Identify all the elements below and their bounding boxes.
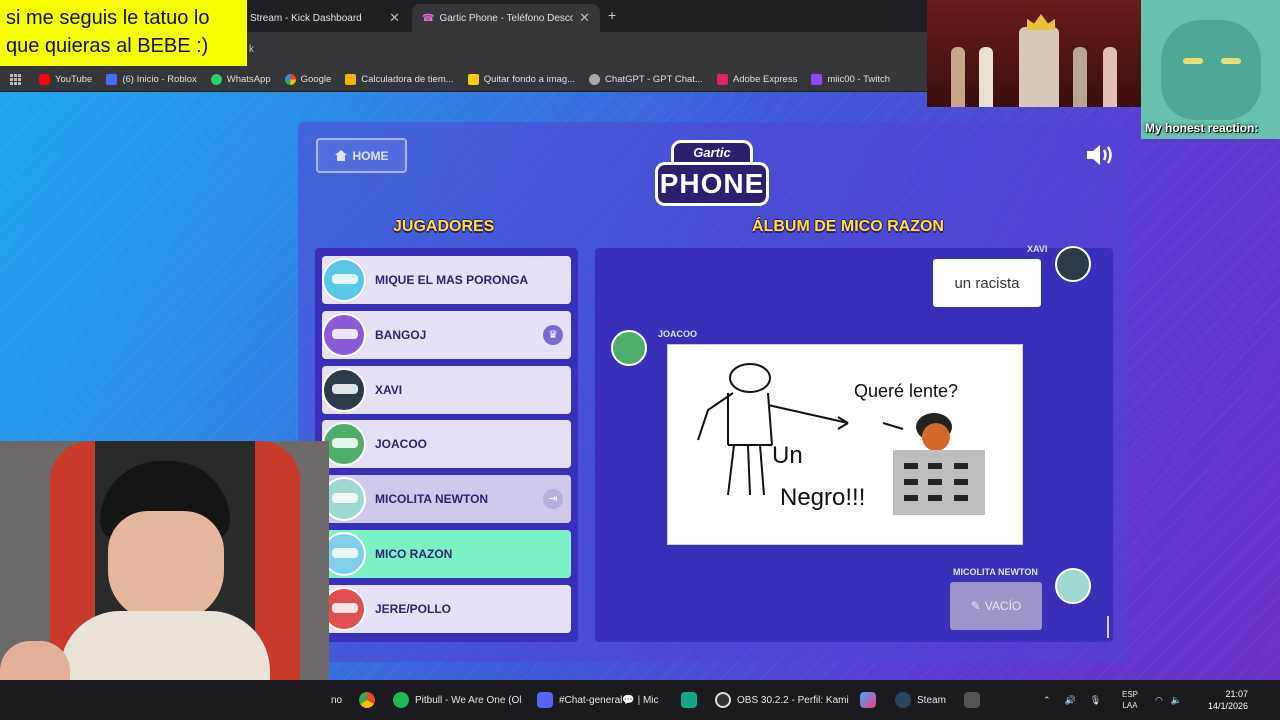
player-item[interactable]: MICOLITA NEWTON ⇥ — [322, 475, 571, 523]
new-tab-button[interactable]: + — [608, 7, 616, 23]
album-title: ÁLBUM DE MICO RAZON — [752, 218, 944, 235]
crown-icon: ♛ — [543, 325, 563, 345]
drawing-text: Queré lente? — [854, 381, 958, 401]
home-icon — [334, 150, 347, 161]
drawing-sketch: Queré lente? Un Negro!!! — [697, 363, 985, 515]
spotify-icon — [393, 692, 409, 708]
close-icon[interactable]: ✕ — [579, 10, 590, 26]
player-item[interactable]: XAVI — [322, 366, 571, 414]
stream-caption: si me seguis le tatuo lo que quieras al … — [0, 0, 247, 66]
player-item[interactable]: JOACOO — [322, 420, 571, 468]
taskbar-obs[interactable]: OBS 30.2.2 - Perfil: Kami — [715, 680, 849, 720]
bookmark-quitar-fondo[interactable]: Quitar fondo a imag... — [467, 74, 575, 85]
bookmark-google[interactable]: Google — [284, 74, 331, 85]
bookmark-youtube[interactable]: YouTube — [39, 74, 92, 85]
crown-icon — [1027, 14, 1055, 30]
avatar — [322, 368, 366, 412]
system-tray: ⌃ 🔊 🎙 — [1043, 680, 1101, 720]
gartic-phone-logo: Gartic PHONE — [655, 140, 769, 208]
chatgpt-icon — [589, 74, 601, 85]
tab-label: Stream - Kick Dashboard — [250, 12, 362, 24]
author-name: XAVI — [1027, 244, 1048, 254]
bookmark-calculadora[interactable]: Calculadora de tiem... — [345, 74, 454, 85]
calculator-icon — [345, 74, 357, 85]
reaction-label: My honest reaction: — [1145, 121, 1259, 135]
drawing-text: Un — [772, 442, 803, 469]
chrome-icon — [359, 692, 375, 708]
google-icon — [284, 74, 296, 85]
reaction-image: My honest reaction: — [1141, 0, 1280, 139]
volume-icon[interactable]: 🔊 — [1065, 695, 1076, 706]
player-item[interactable]: JERE/POLLO — [322, 585, 571, 633]
steam-icon — [895, 692, 911, 708]
clock[interactable]: 21:07 14/1/2026 — [1196, 688, 1248, 712]
author-name: MICOLITA NEWTON — [953, 567, 1038, 577]
taskbar-item[interactable] — [964, 680, 980, 720]
close-icon[interactable]: ✕ — [389, 10, 400, 26]
taskbar-spotify[interactable]: Pitbull - We Are One (Ol — [393, 680, 522, 720]
language-indicator[interactable]: ESP LAA — [1122, 689, 1138, 711]
empty-answer-box: ✎ VACÍO — [950, 582, 1042, 630]
exit-icon: ⇥ — [543, 489, 563, 509]
speaker-icon[interactable] — [1085, 143, 1115, 167]
copilot-icon — [860, 692, 876, 708]
network-tray: ◠ 🔈 — [1155, 680, 1182, 720]
text-bubble: un racista — [933, 259, 1041, 307]
microphone-icon[interactable]: 🎙 — [1090, 695, 1101, 706]
avatar — [1055, 246, 1091, 282]
bookmark-adobe-express[interactable]: Adobe Express — [716, 74, 797, 85]
taskbar-item[interactable] — [681, 680, 697, 720]
speaker-icon[interactable]: 🔈 — [1171, 695, 1182, 706]
image-icon — [467, 74, 479, 85]
drawing-card: Queré lente? Un Negro!!! — [667, 344, 1023, 545]
adobe-icon — [716, 74, 728, 85]
author-name: JOACOO — [658, 329, 698, 339]
taskbar-item[interactable]: no — [331, 680, 342, 720]
game-overlay-thumbnail — [927, 0, 1141, 107]
player-item-active[interactable]: MICO RAZON — [322, 530, 571, 578]
taskbar-steam[interactable]: Steam — [895, 680, 946, 720]
app-icon — [681, 692, 697, 708]
avatar — [322, 313, 366, 357]
home-button[interactable]: HOME — [316, 138, 407, 173]
address-text: k — [249, 44, 254, 55]
gartic-favicon-icon: ☎ — [422, 12, 435, 24]
players-title: JUGADORES — [393, 218, 495, 235]
album-scrollbar[interactable] — [1107, 616, 1109, 638]
bookmark-twitch[interactable]: miic00 - Twitch — [811, 74, 890, 85]
pencil-icon: ✎ — [970, 599, 981, 613]
avatar — [611, 330, 647, 366]
chevron-up-icon[interactable]: ⌃ — [1043, 695, 1051, 706]
apps-grid-icon[interactable] — [10, 74, 21, 85]
tab-gartic-phone[interactable]: ☎ Gartic Phone - Teléfono Descon ✕ — [412, 4, 600, 32]
avatar — [322, 258, 366, 302]
wifi-icon[interactable]: ◠ — [1155, 695, 1163, 706]
app-icon — [964, 692, 980, 708]
twitch-icon — [811, 74, 823, 85]
discord-icon — [537, 692, 553, 708]
youtube-icon — [39, 74, 50, 85]
drawing-text: Negro!!! — [780, 484, 865, 511]
bookmark-whatsapp[interactable]: WhatsApp — [210, 74, 271, 85]
taskbar-item[interactable] — [359, 680, 375, 720]
webcam-feed — [0, 441, 329, 720]
tab-label: Gartic Phone - Teléfono Descon — [439, 12, 574, 24]
taskbar-item[interactable] — [860, 680, 876, 720]
player-item[interactable]: MIQUE EL MAS PORONGA — [322, 256, 571, 304]
whatsapp-icon — [210, 74, 222, 85]
obs-icon — [715, 692, 731, 708]
roblox-icon — [106, 74, 118, 85]
tab-kick-dashboard[interactable]: Stream - Kick Dashboard ✕ — [240, 4, 410, 32]
taskbar-discord[interactable]: #Chat-general💬 | Mic — [537, 680, 659, 720]
bookmark-chatgpt[interactable]: ChatGPT - GPT Chat... — [589, 74, 703, 85]
avatar — [1055, 568, 1091, 604]
player-item[interactable]: BANGOJ ♛ — [322, 311, 571, 359]
bookmark-roblox[interactable]: (6) Inicio - Roblox — [106, 74, 197, 85]
